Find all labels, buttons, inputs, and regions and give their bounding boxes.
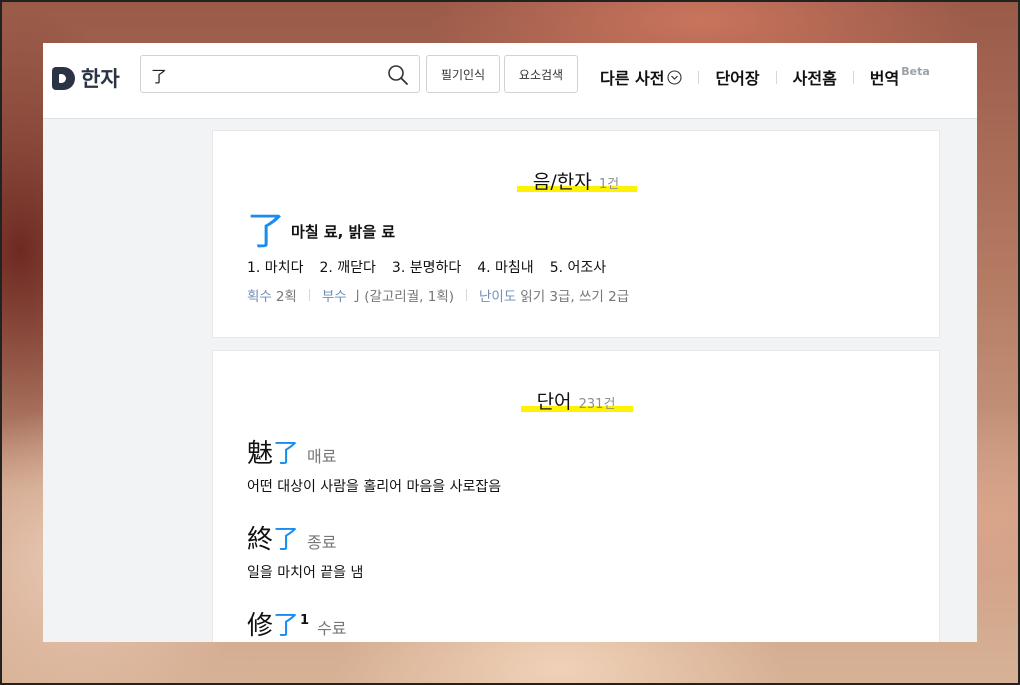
word-entry: 魅了 매료 어떤 대상이 사람을 홀리어 마음을 사로잡음 bbox=[247, 433, 501, 496]
radical-value[interactable]: 亅(갈고리궐, 1획) bbox=[351, 285, 454, 305]
meaning-item: 4. 마침내 bbox=[477, 260, 534, 276]
logo[interactable]: 한자 bbox=[52, 63, 120, 93]
top-nav: 다른 사전 단어장 사전홈 번역 Beta bbox=[600, 65, 930, 89]
element-search-button[interactable]: 요소검색 bbox=[504, 55, 578, 93]
word-entry: 修了1 수료 bbox=[247, 605, 347, 642]
strokes-value: 2획 bbox=[275, 289, 297, 305]
result-count: 1건 bbox=[598, 177, 620, 192]
word-link[interactable]: 終了 종료 bbox=[247, 519, 363, 556]
word-hanja-match: 了 bbox=[273, 611, 300, 641]
nav-divider bbox=[698, 70, 700, 84]
word-hanja-prefix: 修 bbox=[247, 611, 274, 641]
word-reading: 매료 bbox=[307, 447, 337, 466]
logo-text: 한자 bbox=[81, 67, 120, 91]
word-link[interactable]: 修了1 수료 bbox=[247, 605, 347, 642]
hanja-meta: 획수 2획 부수 亅(갈고리궐, 1획) 난이도 읽기 3급, 쓰기 2급 bbox=[247, 285, 629, 305]
search-icon[interactable] bbox=[387, 64, 409, 86]
homonym-number: 1 bbox=[300, 613, 310, 628]
word-reading: 수료 bbox=[317, 619, 347, 638]
nav-other-dict[interactable]: 다른 사전 bbox=[600, 65, 683, 89]
chevron-down-icon bbox=[667, 69, 683, 85]
level-value: 읽기 3급, 쓰기 2급 bbox=[520, 289, 630, 305]
search-input[interactable] bbox=[151, 62, 371, 88]
radical-label: 부수 bbox=[321, 289, 347, 305]
hanja-result-card: 음/한자 1건 了 마칠 료, 밝을 료 1. 마치다 2. 깨닫다 3. 분명… bbox=[212, 130, 940, 338]
section-title-hanja: 음/한자 1건 bbox=[213, 167, 939, 194]
section-title-words: 단어 231건 bbox=[213, 387, 939, 414]
nav-divider bbox=[775, 70, 777, 84]
meaning-list: 1. 마치다 2. 깨닫다 3. 분명하다 4. 마침내 5. 어조사 bbox=[247, 257, 606, 277]
word-definition: 일을 마치어 끝을 냄 bbox=[247, 565, 364, 581]
beta-badge: Beta bbox=[901, 64, 930, 78]
nav-translate-label: 번역 bbox=[869, 69, 900, 88]
search-box bbox=[140, 55, 420, 93]
word-link[interactable]: 魅了 매료 bbox=[247, 433, 501, 470]
dict-logo-icon bbox=[52, 66, 75, 90]
word-definition: 어떤 대상이 사람을 홀리어 마음을 사로잡음 bbox=[247, 479, 502, 495]
handwriting-button[interactable]: 필기인식 bbox=[426, 55, 500, 93]
result-count: 231건 bbox=[578, 397, 616, 412]
nav-translate[interactable]: 번역 Beta bbox=[870, 65, 930, 89]
word-reading: 종료 bbox=[307, 533, 337, 552]
word-hanja-match: 了 bbox=[273, 525, 300, 555]
nav-other-dict-label: 다른 사전 bbox=[600, 69, 665, 88]
word-hanja-match: 了 bbox=[273, 439, 300, 469]
nav-wordbook[interactable]: 단어장 bbox=[715, 65, 759, 89]
meaning-item: 1. 마치다 bbox=[247, 260, 304, 276]
meaning-item: 5. 어조사 bbox=[549, 260, 607, 276]
meaning-item: 3. 분명하다 bbox=[391, 260, 462, 276]
word-entry: 終了 종료 일을 마치어 끝을 냄 bbox=[247, 519, 363, 582]
word-hanja-prefix: 魅 bbox=[247, 439, 274, 469]
header-bar: 한자 필기인식 요소검색 다른 사전 단어장 사전홈 bbox=[43, 43, 977, 119]
meaning-item: 2. 깨닫다 bbox=[319, 260, 376, 276]
meta-divider bbox=[466, 289, 468, 301]
level-label: 난이도 bbox=[479, 289, 517, 305]
meta-divider bbox=[308, 289, 310, 301]
browser-content: 한자 필기인식 요소검색 다른 사전 단어장 사전홈 bbox=[43, 43, 977, 642]
nav-dict-home[interactable]: 사전홈 bbox=[793, 65, 837, 89]
strokes-label: 획수 bbox=[247, 289, 272, 305]
hanja-entry: 了 마칠 료, 밝을 료 bbox=[247, 211, 395, 251]
word-result-card: 단어 231건 魅了 매료 어떤 대상이 사람을 홀리어 마음을 사로잡음 終了… bbox=[212, 350, 940, 642]
hanja-reading: 마칠 료, 밝을 료 bbox=[291, 222, 396, 241]
word-hanja-prefix: 終 bbox=[247, 525, 274, 555]
section-title-text: 음/한자 bbox=[532, 171, 592, 193]
section-title-text: 단어 bbox=[536, 391, 572, 413]
hanja-character-link[interactable]: 了 bbox=[247, 211, 285, 251]
nav-divider bbox=[852, 70, 854, 84]
